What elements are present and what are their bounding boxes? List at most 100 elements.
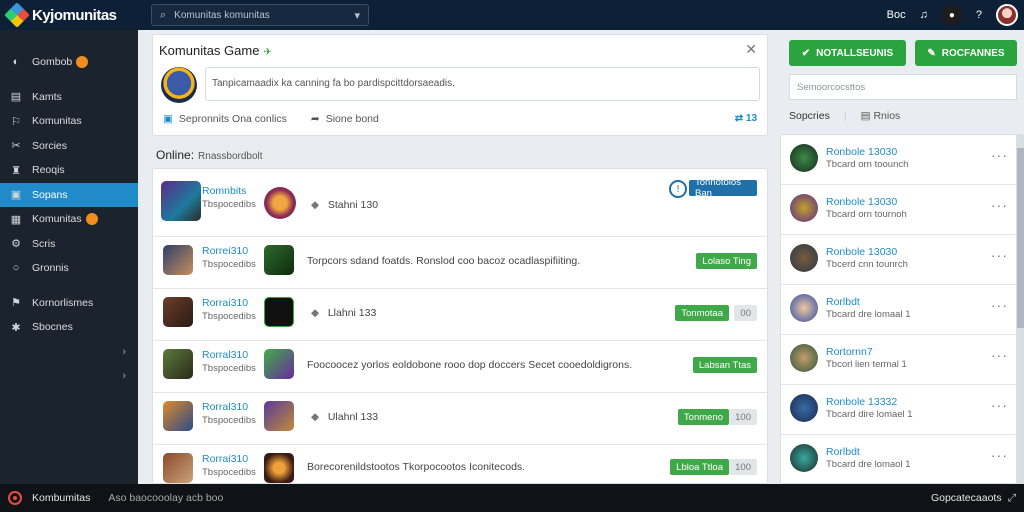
friend-name[interactable]: Ronbole 13030 (826, 196, 897, 208)
composer-actions: ▣ Sepronnits Ona conlics ➦ Sione bond (163, 113, 379, 125)
more-icon[interactable]: ··· (991, 397, 1008, 413)
more-icon[interactable]: ··· (991, 247, 1008, 263)
bottom-right-label[interactable]: Gopcatecaaots (931, 492, 1002, 504)
composer-action-1[interactable]: ▣ Sepronnits Ona conlics (163, 113, 287, 125)
item-name[interactable]: Rorral310 (202, 401, 248, 413)
list-icon: ▤ (860, 110, 871, 122)
list-item[interactable]: Rorrai310 Tbspocedibs Borecorenildstooto… (153, 445, 767, 483)
friend-status: Tbcard dre lomaal 1 (826, 309, 911, 320)
close-icon[interactable]: ✕ (745, 41, 757, 58)
scrollbar[interactable] (1017, 134, 1024, 484)
bottom-bar: Kombumitas Aso baocooolay acb boo Gopcat… (0, 484, 1024, 512)
record-icon[interactable] (8, 491, 22, 505)
post-input[interactable]: Tanpicamaadix ka canning fa bo pardispci… (205, 67, 760, 101)
search-input[interactable]: ⌕ Komunitas komunitas ▾ (151, 4, 369, 26)
chevron-right-icon[interactable]: › (0, 364, 138, 388)
item-name[interactable]: Rorral310 (202, 349, 248, 361)
friend-name[interactable]: Ronbole 13332 (826, 396, 897, 408)
user-label[interactable]: Boc (887, 9, 906, 21)
friend-search-input[interactable]: Semoorcocsttos (789, 74, 1017, 100)
sidebar-item-kornorlismes[interactable]: ⚑ Kornorlismes (0, 291, 138, 316)
list-item[interactable]: Ronbole 13332 Tbcard dire lomael 1 ··· (781, 385, 1016, 435)
friend-name[interactable]: Rortornn7 (826, 346, 873, 358)
item-name[interactable]: Rorrei310 (202, 245, 248, 257)
sidebar-item-sorcies[interactable]: ✂ Sorcies (0, 134, 138, 159)
friend-name[interactable]: Ronbole 13030 (826, 246, 897, 258)
item-action-button[interactable]: Tonmotaa (675, 305, 729, 321)
game-thumbnail (163, 453, 193, 483)
list-item[interactable]: Rorral310 Tbspocedibs Foocoocez yorlos e… (153, 341, 767, 393)
item-meta: Tbspocedibs (202, 311, 256, 322)
list-item[interactable]: Ronbole 13030 Tbcard orn toounch ··· (781, 135, 1016, 185)
sidebar: ◐ Gombob ▤ Kamts ⚐ Komunitas ✂ Sorcies ♜ Reo… (0, 30, 138, 484)
item-action-button[interactable]: Tonmeno (677, 409, 729, 425)
composer-action-2[interactable]: ➦ Sione bond (311, 113, 379, 125)
tab-rnios[interactable]: ▤ Rnios (861, 110, 901, 122)
game-status-icon[interactable]: ● (941, 5, 962, 25)
friend-status: Tbcard orn toounch (826, 159, 909, 170)
item-action-button[interactable]: Tonnotolos Ban (689, 177, 757, 199)
item-name[interactable]: Rorrai310 (202, 297, 248, 309)
item-text: ◆ Llahni 133 (311, 307, 376, 319)
list-item[interactable]: Rortornn7 Tbcorl lien termal 1 ··· (781, 335, 1016, 385)
sidebar-item-komunitas[interactable]: ⚐ Komunitas (0, 109, 138, 134)
more-icon[interactable]: ··· (991, 197, 1008, 213)
list-item[interactable]: Rorlbdt Tbcard dre lomaol 1 ··· (781, 435, 1016, 485)
notifications-button[interactable]: ✔ NOTALLSEUNIS (789, 40, 906, 66)
avatar (790, 144, 818, 172)
composer-count[interactable]: ⇄ 13 (735, 113, 757, 124)
list-item[interactable]: Rorrai310 Tbspocedibs ◆ Llahni 133 00 To… (153, 289, 767, 341)
check-icon: ✔ (801, 47, 811, 59)
notification-badge (85, 213, 98, 226)
list-item[interactable]: Rorral310 Tbspocedibs ◆ Ulahnl 133 100 T… (153, 393, 767, 445)
sidebar-item-kamts[interactable]: ▤ Kamts (0, 85, 138, 110)
scrollbar-thumb[interactable] (1017, 148, 1024, 328)
notifications-button-label: NOTALLSEUNIS (816, 47, 894, 59)
sidebar-item-label: Gronnis (32, 262, 69, 275)
sidebar-item-sbocnes[interactable]: ✱ Sbocnes (0, 315, 138, 340)
friend-name[interactable]: Rorlbdt (826, 446, 860, 458)
search-icon: ⌕ (160, 8, 167, 21)
chevron-right-icon[interactable]: › (0, 340, 138, 364)
sidebar-item-scris[interactable]: ⚙ Scris (0, 232, 138, 257)
item-name[interactable]: Romnbits (202, 185, 246, 197)
avatar (790, 194, 818, 222)
tab-sopcries[interactable]: Sopcries (789, 110, 830, 122)
item-action-button[interactable]: Lbloa Ttloa (670, 459, 729, 475)
list-item[interactable]: Rorlbdt Tbcard dre lomaal 1 ··· (781, 285, 1016, 335)
item-text: ◆ Ulahnl 133 (311, 411, 378, 423)
bell-icon[interactable]: ♫ (920, 9, 928, 21)
list-item[interactable]: Romnbits Tbspocedibs ◆ Stahni 130 ! Tonn… (153, 169, 767, 237)
list-item[interactable]: Ronbole 13030 Tbcard orn tournoh ··· (781, 185, 1016, 235)
friend-name[interactable]: Ronbole 13030 (826, 146, 897, 158)
avatar[interactable] (996, 4, 1018, 26)
friend-name[interactable]: Rorlbdt (826, 296, 860, 308)
more-icon[interactable]: ··· (991, 297, 1008, 313)
item-text-value: Llahni 133 (327, 307, 377, 319)
more-icon[interactable]: ··· (991, 147, 1008, 163)
info-icon[interactable]: ! (669, 180, 687, 198)
online-sub: Rnassbordbolt (198, 151, 263, 162)
list-item[interactable]: Ronbole 13030 Tbcerd cnn tounrch ··· (781, 235, 1016, 285)
chevron-down-icon[interactable]: ▾ (354, 9, 360, 22)
item-name[interactable]: Rorrai310 (202, 453, 248, 465)
sidebar-item-reoqis[interactable]: ♜ Reoqis (0, 158, 138, 183)
sidebar-item-gronnis[interactable]: ○ Gronnis (0, 256, 138, 281)
item-action-button[interactable]: Lolaso Ting (696, 253, 757, 269)
game-thumbnail (163, 245, 193, 275)
sidebar-item-sopans[interactable]: ▣ Sopans (0, 182, 138, 207)
flag-icon: ⚐ (11, 115, 21, 128)
sidebar-item-gombob[interactable]: ◐ Gombob (0, 50, 138, 75)
post-button[interactable]: ✎ ROCFANNES (915, 40, 1017, 66)
app-logo[interactable]: Kyjomunitas (0, 2, 145, 28)
expand-icon[interactable]: ⤢ (1008, 492, 1016, 505)
diamond-icon: ◆ (311, 411, 320, 423)
help-icon[interactable]: ? (976, 9, 982, 21)
more-icon[interactable]: ··· (991, 447, 1008, 463)
list-item[interactable]: Rorrei310 Tbspocedibs Torpcors sdand foa… (153, 237, 767, 289)
item-action-button[interactable]: Labsan Ttas (692, 357, 757, 373)
sidebar-item-komunitas-2[interactable]: ▦ Komunitas (0, 207, 138, 232)
avatar (790, 344, 818, 372)
more-icon[interactable]: ··· (991, 347, 1008, 363)
composer-title-text: Komunitas Game (159, 43, 260, 58)
